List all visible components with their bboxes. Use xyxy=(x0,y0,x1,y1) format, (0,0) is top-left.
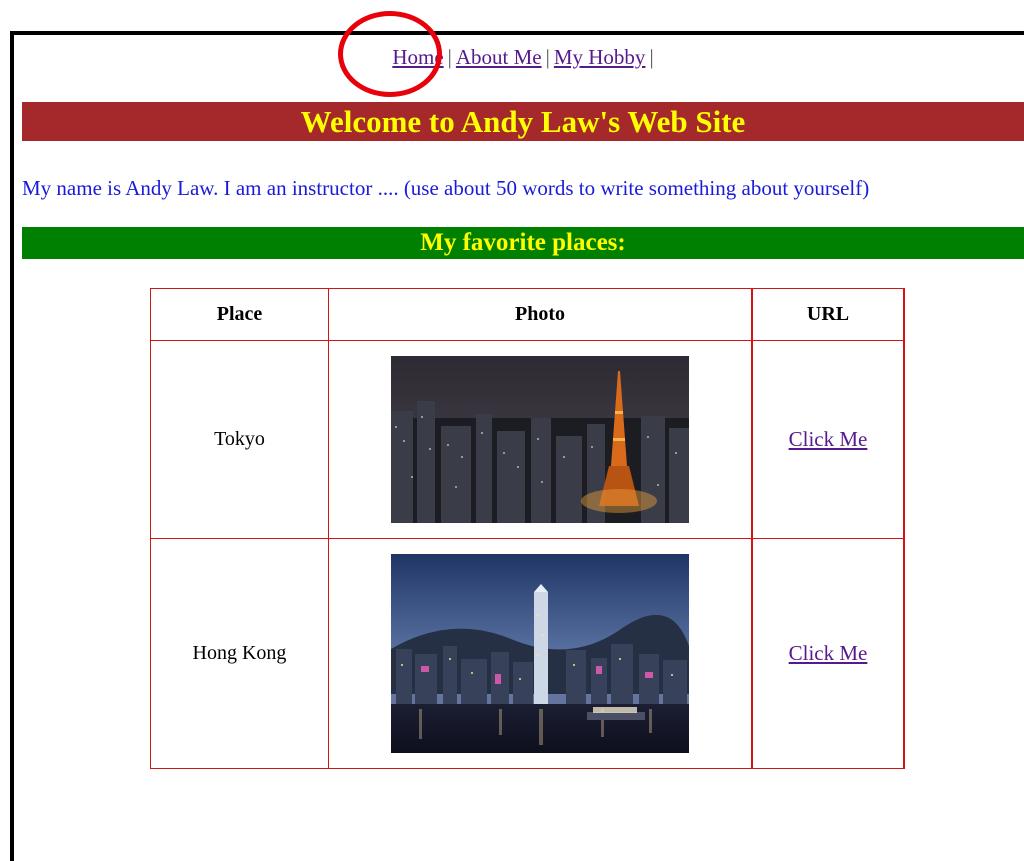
table-row: Tokyo Click Me xyxy=(150,340,905,539)
table-header-row: Place Photo URL xyxy=(150,288,905,341)
place-name-cell: Tokyo xyxy=(150,340,329,539)
section-heading-favorite-places: My favorite places: xyxy=(22,227,1024,259)
nav-separator: | xyxy=(545,45,550,69)
click-me-link[interactable]: Click Me xyxy=(789,641,868,665)
nav-link-about-me[interactable]: About Me xyxy=(456,45,542,69)
hong-kong-photo xyxy=(391,554,689,753)
photo-cell xyxy=(328,340,753,539)
intro-paragraph: My name is Andy Law. I am an instructor … xyxy=(22,176,870,200)
click-me-link[interactable]: Click Me xyxy=(789,427,868,451)
url-cell: Click Me xyxy=(751,538,905,769)
highlight-ring-annotation xyxy=(338,11,442,97)
place-name-cell: Hong Kong xyxy=(150,538,329,769)
places-table: Place Photo URL Tokyo Click Me Hong Kong… xyxy=(150,288,905,769)
header-url: URL xyxy=(751,288,905,341)
url-cell: Click Me xyxy=(751,340,905,539)
header-photo: Photo xyxy=(328,288,753,341)
nav-separator: | xyxy=(447,45,452,69)
top-nav: Home | About Me | My Hobby | xyxy=(0,45,1024,70)
tokyo-photo xyxy=(391,356,689,523)
site-title-banner: Welcome to Andy Law's Web Site xyxy=(22,102,1024,141)
photo-cell xyxy=(328,538,753,769)
nav-separator: | xyxy=(649,45,654,69)
nav-link-my-hobby[interactable]: My Hobby xyxy=(554,45,646,69)
table-row: Hong Kong Click Me xyxy=(150,538,905,769)
header-place: Place xyxy=(150,288,329,341)
